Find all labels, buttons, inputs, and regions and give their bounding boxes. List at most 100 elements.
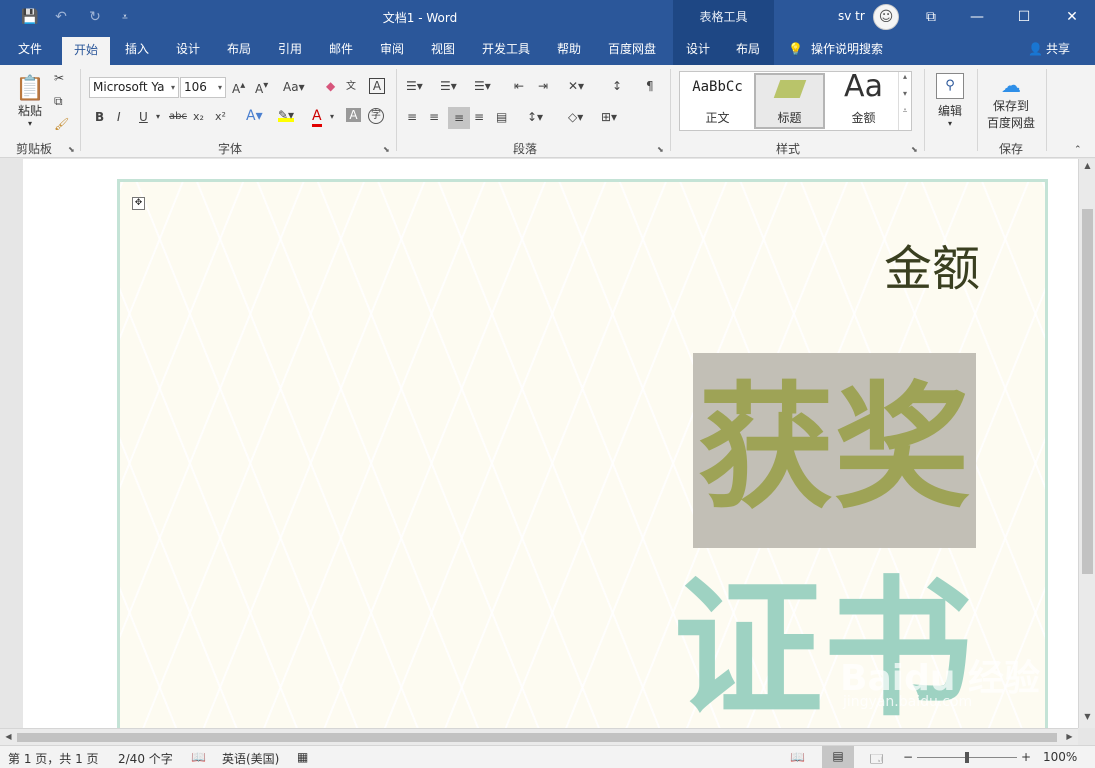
- font-launcher-icon[interactable]: ⬊: [383, 145, 390, 154]
- tab-home[interactable]: 开始: [62, 37, 110, 65]
- bold-button[interactable]: B: [95, 110, 104, 124]
- close-button[interactable]: ✕: [1049, 0, 1095, 34]
- table-move-handle-icon[interactable]: ✥: [132, 197, 145, 210]
- highlight-color-icon[interactable]: ✎▾: [278, 108, 295, 122]
- character-shading-icon[interactable]: A: [346, 108, 361, 122]
- editing-button[interactable]: ⚲ 编辑 ▾: [932, 69, 968, 131]
- scroll-up-icon[interactable]: ▲: [1080, 161, 1095, 170]
- strikethrough-button[interactable]: abc: [169, 111, 187, 122]
- zoom-level[interactable]: 100%: [1043, 750, 1077, 764]
- user-name[interactable]: sv tr: [838, 9, 865, 23]
- tab-design[interactable]: 设计: [167, 34, 209, 65]
- tab-baidu-netdisk[interactable]: 百度网盘: [600, 34, 664, 65]
- tab-help[interactable]: 帮助: [548, 34, 590, 65]
- align-left-icon[interactable]: ≡: [407, 110, 417, 124]
- align-center-icon[interactable]: ≡: [429, 110, 439, 124]
- clipboard-launcher-icon[interactable]: ⬊: [68, 145, 75, 154]
- scroll-left-icon[interactable]: ◀: [1, 732, 16, 741]
- word-count[interactable]: 2/40 个字: [118, 750, 173, 767]
- scroll-up-icon[interactable]: ▴: [899, 72, 911, 81]
- zoom-in-icon[interactable]: +: [1021, 750, 1031, 764]
- page-count[interactable]: 第 1 页，共 1 页: [8, 750, 99, 767]
- collapse-ribbon-icon[interactable]: ⌃: [1074, 145, 1082, 155]
- chevron-down-icon[interactable]: ▾: [156, 112, 160, 121]
- font-name-select[interactable]: Microsoft Ya ▾: [89, 77, 179, 98]
- vertical-scrollbar[interactable]: ▲ ▼: [1078, 159, 1095, 728]
- shading-icon[interactable]: ◇▾: [568, 110, 583, 124]
- tab-view[interactable]: 视图: [422, 34, 464, 65]
- tab-mailings[interactable]: 邮件: [320, 34, 362, 65]
- cut-icon[interactable]: ✂: [54, 71, 64, 85]
- grow-font-icon[interactable]: A▴: [232, 80, 245, 96]
- gallery-scroll[interactable]: ▴ ▾ ⩡: [898, 72, 911, 130]
- align-right-icon[interactable]: ≡: [448, 107, 470, 129]
- share-button[interactable]: 👤 共享: [1028, 34, 1070, 65]
- tab-file[interactable]: 文件: [8, 34, 52, 65]
- scroll-down-icon[interactable]: ▼: [1080, 712, 1095, 721]
- copy-icon[interactable]: ⧉: [54, 94, 63, 109]
- font-size-select[interactable]: 106 ▾: [180, 77, 226, 98]
- save-to-baidu-button[interactable]: ☁ 保存到 百度网盘: [983, 71, 1039, 133]
- horizontal-scroll-thumb[interactable]: [17, 733, 1057, 742]
- tab-references[interactable]: 引用: [269, 34, 311, 65]
- style-normal[interactable]: AaBbCc 正文: [682, 73, 753, 129]
- style-amount[interactable]: Aa 金额: [828, 69, 899, 129]
- format-painter-icon[interactable]: 🖌: [54, 117, 69, 131]
- amount-text[interactable]: 金额: [840, 229, 980, 299]
- maximize-button[interactable]: ☐: [1001, 0, 1047, 34]
- sort-icon[interactable]: ↕: [612, 79, 622, 93]
- multilevel-list-icon[interactable]: ☰▾: [474, 79, 491, 93]
- tell-me-search[interactable]: 💡 操作说明搜索: [788, 34, 883, 65]
- text-effects-icon[interactable]: A▾: [246, 108, 263, 124]
- tab-table-layout[interactable]: 布局: [728, 34, 768, 65]
- asian-layout-icon[interactable]: ✕▾: [568, 79, 584, 93]
- font-color-icon[interactable]: A: [312, 108, 322, 127]
- underline-button[interactable]: U: [139, 110, 148, 124]
- paste-button[interactable]: 📋 粘贴 ▾: [12, 71, 48, 131]
- chevron-down-icon[interactable]: ▾: [330, 112, 334, 121]
- borders-icon[interactable]: ⊞▾: [601, 110, 617, 124]
- tab-developer[interactable]: 开发工具: [474, 34, 538, 65]
- subscript-button[interactable]: x₂: [193, 110, 204, 123]
- phonetic-guide-icon[interactable]: 文: [346, 77, 356, 92]
- character-border-icon[interactable]: A: [369, 78, 385, 94]
- horizontal-scrollbar[interactable]: ◀ ▶: [0, 728, 1078, 745]
- line-spacing-icon[interactable]: ↕▾: [527, 110, 543, 124]
- tab-review[interactable]: 审阅: [371, 34, 413, 65]
- scroll-right-icon[interactable]: ▶: [1062, 732, 1077, 741]
- language[interactable]: 英语(美国): [222, 750, 279, 767]
- zoom-slider-thumb[interactable]: [965, 752, 969, 763]
- numbering-icon[interactable]: ☰▾: [440, 79, 457, 93]
- clear-formatting-icon[interactable]: ◆: [326, 79, 335, 93]
- ribbon-display-options-icon[interactable]: ⧉: [908, 0, 954, 34]
- tab-table-design[interactable]: 设计: [678, 34, 718, 65]
- read-mode-icon[interactable]: 📖: [790, 750, 805, 764]
- scroll-down-icon[interactable]: ▾: [899, 89, 911, 98]
- enclose-characters-icon[interactable]: 字: [368, 108, 384, 124]
- tab-insert[interactable]: 插入: [116, 34, 158, 65]
- increase-indent-icon[interactable]: ⇥: [538, 79, 548, 93]
- superscript-button[interactable]: x²: [215, 110, 226, 123]
- tab-layout[interactable]: 布局: [218, 34, 260, 65]
- decrease-indent-icon[interactable]: ⇤: [514, 79, 524, 93]
- vertical-scroll-thumb[interactable]: [1082, 209, 1093, 574]
- change-case-icon[interactable]: Aa▾: [283, 80, 305, 94]
- paragraph-launcher-icon[interactable]: ⬊: [657, 145, 664, 154]
- styles-launcher-icon[interactable]: ⬊: [911, 145, 918, 154]
- web-layout-icon[interactable]: 🗔: [870, 750, 883, 768]
- show-formatting-marks-icon[interactable]: ¶: [646, 79, 654, 93]
- minimize-button[interactable]: —: [954, 0, 1000, 34]
- more-styles-icon[interactable]: ⩡: [899, 106, 911, 116]
- print-layout-icon[interactable]: ▤: [822, 746, 854, 768]
- macro-icon[interactable]: ▦: [297, 750, 308, 764]
- shrink-font-icon[interactable]: A▾: [255, 80, 268, 96]
- italic-button[interactable]: I: [117, 110, 121, 124]
- title-line1[interactable]: 获奖: [688, 349, 980, 549]
- zoom-out-icon[interactable]: −: [903, 750, 913, 764]
- proofing-icon[interactable]: 📖: [191, 750, 206, 764]
- style-heading[interactable]: 标题: [754, 73, 825, 129]
- bullets-icon[interactable]: ☰▾: [406, 79, 423, 93]
- justify-icon[interactable]: ≡: [474, 110, 484, 124]
- distributed-icon[interactable]: ▤: [496, 110, 507, 124]
- user-avatar[interactable]: ☺: [873, 4, 899, 30]
